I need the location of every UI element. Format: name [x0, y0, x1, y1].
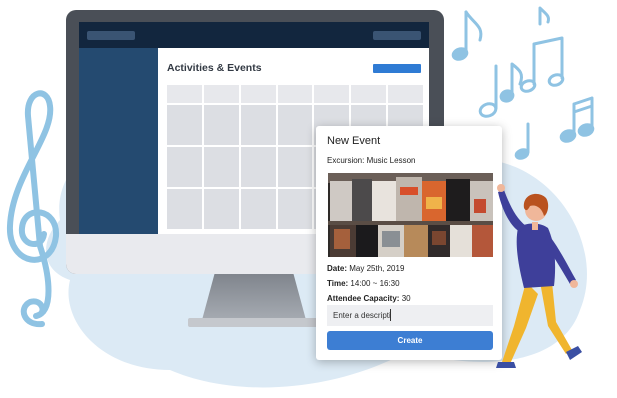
- card-title: New Event: [327, 135, 381, 147]
- text-cursor: [390, 309, 391, 321]
- calendar-cell[interactable]: [203, 189, 239, 229]
- calendar-header-cell: [351, 85, 387, 103]
- calendar-header-cell: [203, 85, 239, 103]
- calendar-header-cell: [388, 85, 423, 103]
- calendar-cell[interactable]: [167, 147, 202, 187]
- event-time-line: Time: 14:00 ~ 16:30: [327, 279, 400, 288]
- illustration-stage: Activities & Events New Event Excursion:…: [0, 0, 617, 398]
- topbar-placeholder-left: [87, 31, 135, 40]
- app-top-bar: [79, 22, 429, 48]
- date-value: May 25th, 2019: [347, 264, 405, 273]
- create-button[interactable]: Create: [327, 331, 493, 350]
- time-value: 14:00 ~ 16:30: [348, 279, 400, 288]
- app-sidebar: [79, 48, 158, 234]
- time-label: Time:: [327, 279, 349, 288]
- calendar-cell[interactable]: [277, 105, 313, 145]
- date-label: Date:: [327, 264, 348, 273]
- calendar-cell[interactable]: [203, 147, 239, 187]
- topbar-placeholder-right: [373, 31, 421, 40]
- page-title: Activities & Events: [167, 62, 262, 74]
- calendar-cell[interactable]: [167, 189, 202, 229]
- description-input[interactable]: [327, 305, 493, 326]
- calendar-cell[interactable]: [277, 147, 313, 187]
- monitor-stand: [202, 274, 306, 320]
- calendar-cell[interactable]: [240, 147, 276, 187]
- calendar-cell[interactable]: [240, 189, 276, 229]
- calendar-header-cell: [277, 85, 313, 103]
- calendar-cell[interactable]: [167, 105, 202, 145]
- calendar-header-cell: [240, 85, 276, 103]
- vinyl-records-photo: [328, 173, 493, 257]
- event-capacity-line: Attendee Capacity: 30: [327, 294, 411, 303]
- calendar-header-cell: [167, 85, 202, 103]
- calendar-header-cell: [314, 85, 350, 103]
- person-illustration: [496, 184, 582, 368]
- calendar-cell[interactable]: [277, 189, 313, 229]
- calendar-cell[interactable]: [240, 105, 276, 145]
- treble-clef-icon: [6, 90, 60, 328]
- calendar-cell[interactable]: [203, 105, 239, 145]
- event-subtitle: Excursion: Music Lesson: [327, 156, 416, 165]
- new-event-card: New Event Excursion: Music Lesson Date: …: [316, 126, 502, 360]
- capacity-value: 30: [399, 294, 411, 303]
- header-action-button[interactable]: [373, 64, 421, 73]
- event-date-line: Date: May 25th, 2019: [327, 264, 404, 273]
- monitor-base: [188, 318, 320, 327]
- capacity-label: Attendee Capacity:: [327, 294, 400, 303]
